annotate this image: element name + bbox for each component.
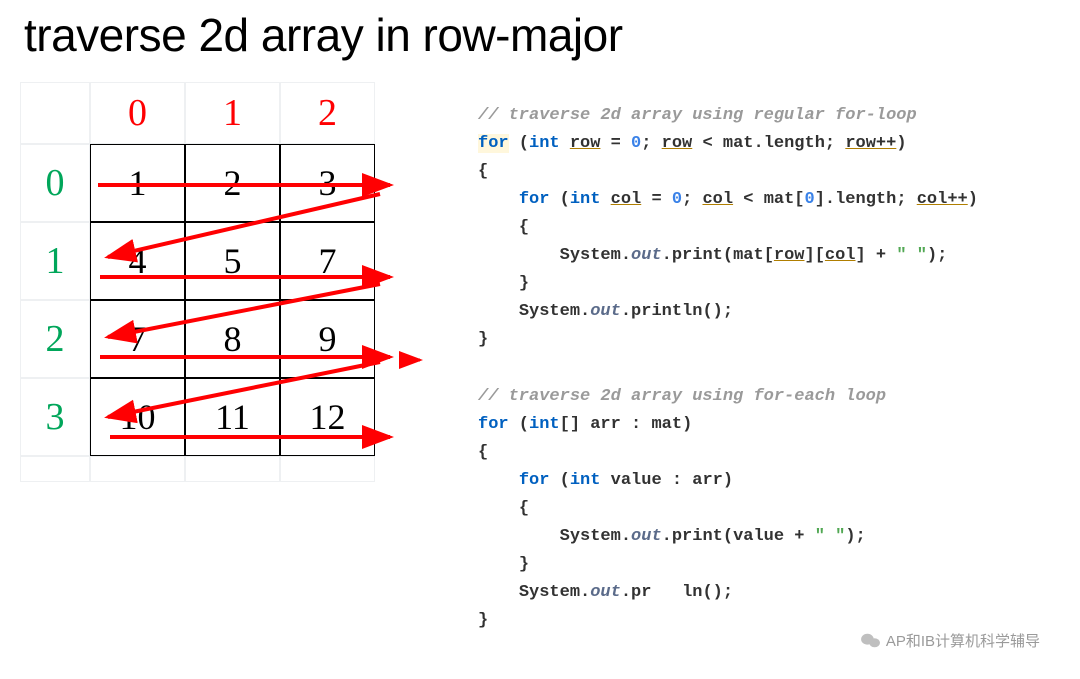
num-literal: 0 xyxy=(805,190,815,209)
num-literal: 0 xyxy=(631,134,641,153)
cls-system: System xyxy=(519,583,580,602)
cls-system: System xyxy=(519,302,580,321)
field-out: out xyxy=(631,527,662,546)
var-value: value xyxy=(733,527,784,546)
grid-cell: 9 xyxy=(280,300,375,378)
field-out: out xyxy=(631,246,662,265)
grid-cell: 12 xyxy=(280,378,375,456)
var-col: col xyxy=(702,190,733,209)
kw-int: int xyxy=(529,415,560,434)
var-rowpp: row++ xyxy=(845,134,896,153)
grid-cell: 10 xyxy=(90,378,185,456)
code-comment: // traverse 2d array using regular for-l… xyxy=(478,106,917,125)
grid-pad xyxy=(280,456,375,482)
fn-print: print xyxy=(672,246,723,265)
code-block: // traverse 2d array using regular for-l… xyxy=(438,74,1072,663)
num-literal: 0 xyxy=(672,190,682,209)
var-arr: arr xyxy=(692,471,723,490)
var-mat: mat xyxy=(764,190,795,209)
grid-pad xyxy=(90,456,185,482)
brace-open: { xyxy=(478,443,488,462)
grid-cell: 11 xyxy=(185,378,280,456)
var-row: row xyxy=(570,134,601,153)
kw-for: for xyxy=(519,471,550,490)
var-row: row xyxy=(662,134,693,153)
brace-open: { xyxy=(478,162,488,181)
field-out: out xyxy=(590,583,621,602)
brace-close: } xyxy=(478,611,488,630)
grid-cell: 1 xyxy=(90,144,185,222)
fn-println: println xyxy=(631,302,702,321)
content-area: 0 1 2 0 1 2 3 1 4 5 7 2 7 8 9 xyxy=(0,74,1080,663)
kw-for: for xyxy=(478,415,509,434)
str-literal: " " xyxy=(815,527,846,546)
prop-length: length xyxy=(835,190,896,209)
grid: 0 1 2 0 1 2 3 1 4 5 7 2 7 8 9 xyxy=(20,82,438,482)
col-header: 0 xyxy=(90,82,185,144)
var-arr: arr xyxy=(590,415,621,434)
cls-system: System xyxy=(560,246,621,265)
grid-cell: 2 xyxy=(185,144,280,222)
grid-cell: 4 xyxy=(90,222,185,300)
var-colpp: col++ xyxy=(917,190,968,209)
grid-cell: 5 xyxy=(185,222,280,300)
watermark-text: AP和IB计算机科学辅导 xyxy=(886,630,1040,651)
grid-cell: 3 xyxy=(280,144,375,222)
fn-println-partial: ln xyxy=(682,583,702,602)
var-mat: mat xyxy=(723,134,754,153)
grid-cell: 7 xyxy=(90,300,185,378)
kw-for: for xyxy=(519,190,550,209)
col-header: 1 xyxy=(185,82,280,144)
brace-close: } xyxy=(478,330,488,349)
grid-cell: 7 xyxy=(280,222,375,300)
var-row: row xyxy=(774,246,805,265)
brace-close: } xyxy=(519,274,529,293)
prop-length: length xyxy=(764,134,825,153)
brace-open: { xyxy=(519,499,529,518)
array-diagram: 0 1 2 0 1 2 3 1 4 5 7 2 7 8 9 xyxy=(8,74,438,663)
grid-corner xyxy=(20,82,90,144)
page-title: traverse 2d array in row-major xyxy=(0,0,1080,74)
var-col: col xyxy=(825,246,856,265)
brace-open: { xyxy=(519,218,529,237)
kw-int: int xyxy=(570,471,601,490)
wechat-icon xyxy=(860,632,882,650)
row-header: 0 xyxy=(20,144,90,222)
cls-system: System xyxy=(560,527,621,546)
row-header: 3 xyxy=(20,378,90,456)
fn-print: print xyxy=(672,527,723,546)
grid-pad xyxy=(185,456,280,482)
var-col: col xyxy=(611,190,642,209)
kw-int: int xyxy=(529,134,560,153)
kw-for: for xyxy=(478,134,509,153)
var-value: value xyxy=(611,471,662,490)
field-out: out xyxy=(590,302,621,321)
row-header: 2 xyxy=(20,300,90,378)
row-header: 1 xyxy=(20,222,90,300)
col-header: 2 xyxy=(280,82,375,144)
var-mat: mat xyxy=(733,246,764,265)
grid-cell: 8 xyxy=(185,300,280,378)
grid-corner xyxy=(20,456,90,482)
fn-println-partial: pr xyxy=(631,583,651,602)
kw-int: int xyxy=(570,190,601,209)
brace-close: } xyxy=(519,555,529,574)
code-comment: // traverse 2d array using for-each loop xyxy=(478,387,886,406)
str-literal: " " xyxy=(896,246,927,265)
watermark: AP和IB计算机科学辅导 xyxy=(860,630,1040,651)
var-mat: mat xyxy=(651,415,682,434)
